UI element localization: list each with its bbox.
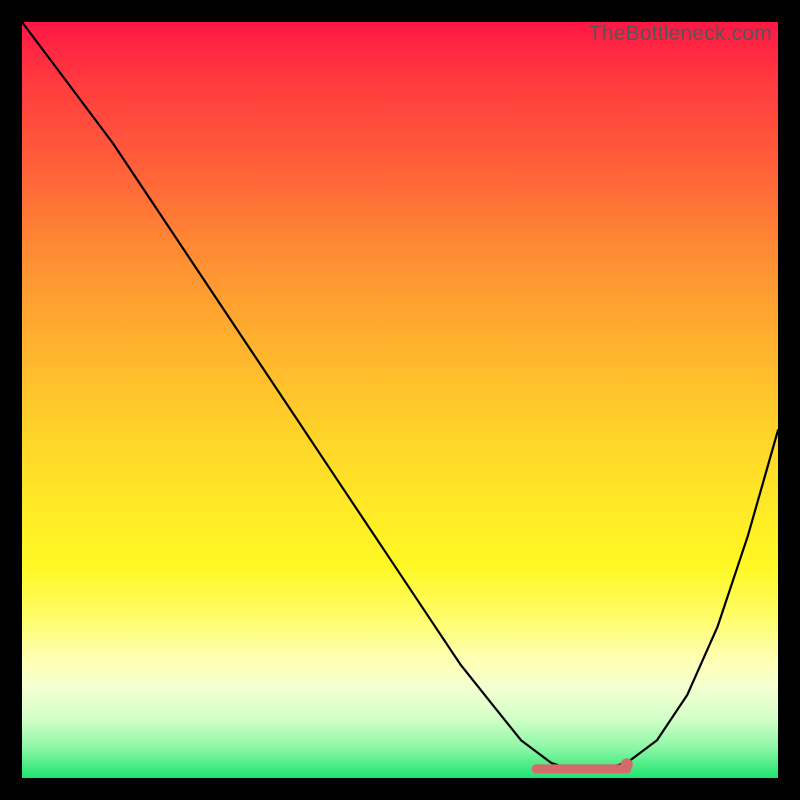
curve-layer: [22, 22, 778, 778]
watermark-text: TheBottleneck.com: [589, 22, 772, 46]
chart-frame: TheBottleneck.com: [0, 0, 800, 800]
bottleneck-curve: [22, 22, 778, 770]
plot-area: TheBottleneck.com: [22, 22, 778, 778]
curve-marker: [621, 758, 633, 770]
